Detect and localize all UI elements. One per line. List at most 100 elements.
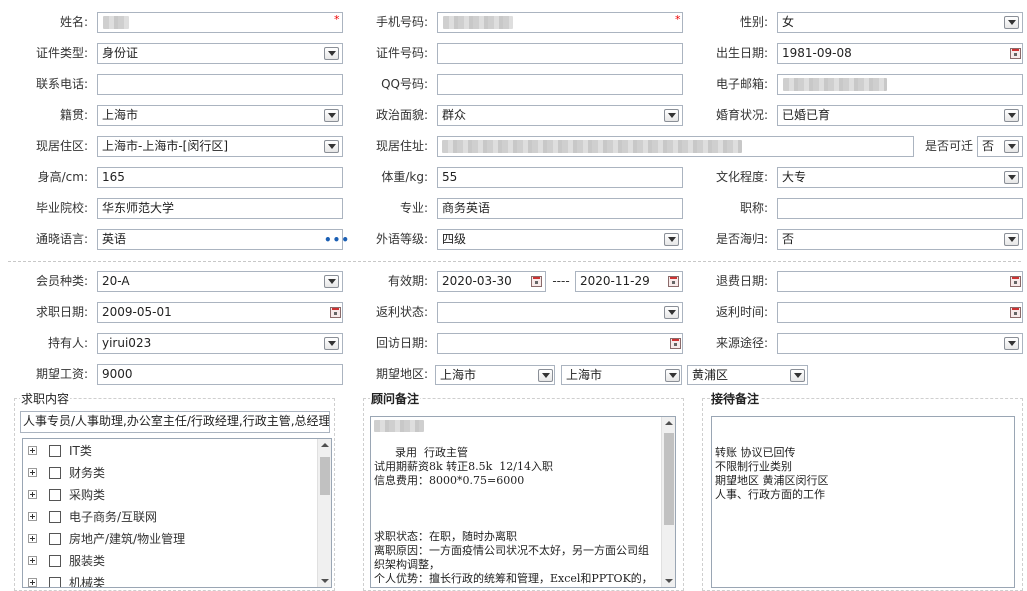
refund-date-input[interactable] xyxy=(777,271,1023,292)
chevron-down-icon[interactable] xyxy=(324,47,339,60)
scroll-thumb[interactable] xyxy=(664,433,674,525)
phone-input[interactable] xyxy=(97,74,343,95)
chevron-down-icon[interactable] xyxy=(538,369,553,382)
checkbox[interactable] xyxy=(49,467,61,479)
chevron-down-icon[interactable] xyxy=(1004,109,1019,122)
member-type-select[interactable]: 20-A xyxy=(97,271,343,292)
expand-icon[interactable] xyxy=(28,446,37,455)
rebate-time-input[interactable] xyxy=(777,302,1023,323)
refund-date-label: 退费日期: xyxy=(715,274,768,288)
tree-item-label: 房地产/建筑/物业管理 xyxy=(69,532,186,546)
chevron-down-icon[interactable] xyxy=(324,337,339,350)
checkbox[interactable] xyxy=(49,489,61,501)
scroll-down-icon[interactable] xyxy=(321,579,329,583)
calendar-icon[interactable] xyxy=(670,338,681,349)
chevron-down-icon[interactable] xyxy=(324,140,339,153)
calendar-icon[interactable] xyxy=(330,307,341,318)
checkbox[interactable] xyxy=(49,511,61,523)
calendar-icon[interactable] xyxy=(1010,48,1021,59)
checkbox[interactable] xyxy=(49,555,61,567)
checkbox[interactable] xyxy=(49,445,61,457)
chevron-down-icon[interactable] xyxy=(1004,171,1019,184)
gender-label: 性别: xyxy=(739,15,768,29)
qq-input[interactable] xyxy=(437,74,683,95)
chevron-down-icon[interactable] xyxy=(664,109,679,122)
tree-item-label: 服装类 xyxy=(69,554,106,568)
calendar-icon[interactable] xyxy=(531,276,542,287)
birth-date-input[interactable]: 1981-09-08 xyxy=(777,43,1023,64)
major-input[interactable]: 商务英语 xyxy=(437,198,683,219)
job-seek-date-input[interactable]: 2009-05-01 xyxy=(97,302,343,323)
school-input[interactable]: 华东师范大学 xyxy=(97,198,343,219)
chevron-down-icon[interactable] xyxy=(324,275,339,288)
scroll-thumb[interactable] xyxy=(320,457,330,495)
name-input[interactable] xyxy=(97,12,343,33)
id-number-input[interactable] xyxy=(437,43,683,64)
expected-salary-input[interactable]: 9000 xyxy=(97,364,343,385)
name-redacted xyxy=(103,16,129,29)
rebate-status-select[interactable] xyxy=(437,302,683,323)
title-input[interactable] xyxy=(777,198,1023,219)
consultant-notes-textarea[interactable]: 录用 行政主管 试用期薪资8k 转正8.5k 12/14入职 信息费用：8000… xyxy=(370,416,676,588)
region-province-select[interactable]: 上海市 xyxy=(435,365,555,385)
residence-area-select[interactable]: 上海市-上海市-[闵行区] xyxy=(97,136,343,157)
reception-notes-textarea[interactable]: 转账 协议已回传 不限制行业类别 期望地区 黄浦区闵行区 人事、行政方面的工作 xyxy=(711,416,1015,588)
scroll-up-icon[interactable] xyxy=(321,443,329,447)
language-input[interactable]: 英语 xyxy=(97,229,343,250)
language-label: 通晓语言: xyxy=(35,232,88,246)
tree-item-label: 电子商务/互联网 xyxy=(69,510,158,524)
scroll-up-icon[interactable] xyxy=(665,421,673,425)
expand-icon[interactable] xyxy=(28,578,37,587)
holder-select[interactable]: yirui023 xyxy=(97,333,343,354)
height-input[interactable]: 165 xyxy=(97,167,343,188)
chevron-down-icon[interactable] xyxy=(664,306,679,319)
education-label: 文化程度: xyxy=(715,170,768,184)
region-city-select[interactable]: 上海市 xyxy=(561,365,682,385)
chevron-down-icon[interactable] xyxy=(790,369,805,382)
more-options-icon[interactable]: ••• xyxy=(324,234,350,246)
political-status-select[interactable]: 群众 xyxy=(437,105,683,126)
visit-date-input[interactable] xyxy=(437,333,683,354)
calendar-icon[interactable] xyxy=(668,276,679,287)
overseas-returnee-select[interactable]: 否 xyxy=(777,229,1023,250)
overseas-returnee-label: 是否海归: xyxy=(715,232,768,246)
job-content-summary-input[interactable]: 人事专员/人事助理,办公室主任/行政经理,行政主管,总经理 xyxy=(20,411,330,433)
mobile-label: 手机号码: xyxy=(375,15,428,29)
job-content-title: 求职内容 xyxy=(20,391,71,407)
chevron-down-icon[interactable] xyxy=(1004,140,1019,153)
email-label: 电子邮箱: xyxy=(715,77,768,91)
notes-scrollbar[interactable] xyxy=(661,417,675,587)
expand-icon[interactable] xyxy=(28,556,37,565)
chevron-down-icon[interactable] xyxy=(665,369,680,382)
checkbox[interactable] xyxy=(49,577,61,587)
chevron-down-icon[interactable] xyxy=(1004,337,1019,350)
tree-scrollbar[interactable] xyxy=(317,439,331,587)
chevron-down-icon[interactable] xyxy=(324,109,339,122)
native-place-select[interactable]: 上海市 xyxy=(97,105,343,126)
expected-salary-label: 期望工资: xyxy=(35,367,88,381)
id-type-select[interactable]: 身份证 xyxy=(97,43,343,64)
expand-icon[interactable] xyxy=(28,468,37,477)
weight-input[interactable]: 55 xyxy=(437,167,683,188)
expand-icon[interactable] xyxy=(28,490,37,499)
expand-icon[interactable] xyxy=(28,534,37,543)
tree-item-label: 采购类 xyxy=(69,488,106,502)
chevron-down-icon[interactable] xyxy=(1004,233,1019,246)
calendar-icon[interactable] xyxy=(1010,276,1021,287)
source-select[interactable] xyxy=(777,333,1023,354)
chevron-down-icon[interactable] xyxy=(1004,16,1019,29)
education-select[interactable]: 大专 xyxy=(777,167,1023,188)
qq-label: QQ号码: xyxy=(381,77,428,91)
scroll-down-icon[interactable] xyxy=(665,579,673,583)
valid-start-input[interactable]: 2020-03-30 xyxy=(437,271,546,292)
calendar-icon[interactable] xyxy=(1010,307,1021,318)
marital-status-select[interactable]: 已婚已育 xyxy=(777,105,1023,126)
language-level-select[interactable]: 四级 xyxy=(437,229,683,250)
chevron-down-icon[interactable] xyxy=(664,233,679,246)
gender-select[interactable]: 女 xyxy=(777,12,1023,33)
expand-icon[interactable] xyxy=(28,512,37,521)
valid-end-input[interactable]: 2020-11-29 xyxy=(575,271,683,292)
source-label: 来源途径: xyxy=(715,336,768,350)
checkbox[interactable] xyxy=(49,533,61,545)
expected-region-label: 期望地区: xyxy=(375,367,428,381)
